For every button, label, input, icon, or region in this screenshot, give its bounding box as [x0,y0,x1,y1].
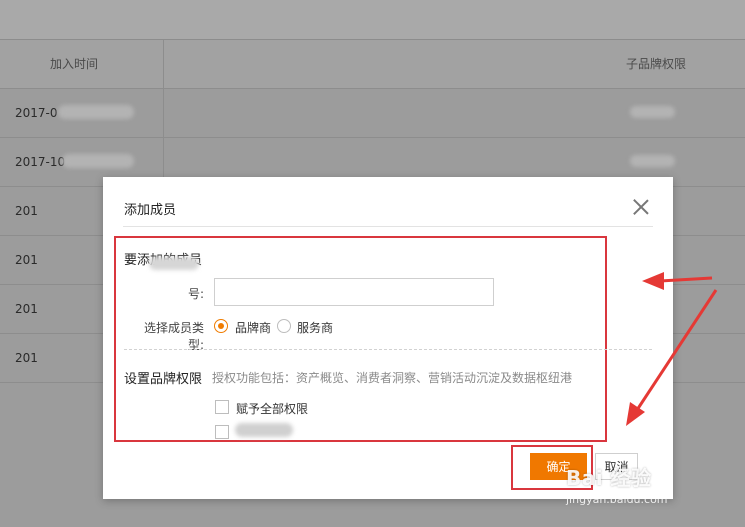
background-top-bar [0,0,745,40]
checkbox-label-grant-all: 赋予全部权限 [236,402,309,416]
redacted-area [630,106,675,118]
dialog-divider [123,226,653,227]
permission-hint: 授权功能包括：资产概览、消费者洞察、营销活动沉淀及数据枢纽港 [212,371,573,385]
column-header-join-time: 加入时间 [50,57,99,71]
row-join-time: 201 [15,253,38,267]
checkbox-grant-all[interactable] [215,400,229,414]
redacted-label [149,257,199,270]
row-join-time: 201 [15,204,38,218]
row-join-time: 2017-0 [15,106,58,120]
redacted-label [235,423,293,437]
column-header-sub-brand-permission: 子品牌权限 [626,57,687,71]
account-label: 号: [187,287,204,301]
section-divider [124,349,652,350]
row-join-time: 2017-10 [15,155,66,169]
add-member-dialog: 添加成员 要添加的成员 号: 选择成员类型: 品牌商 服务商 设置品牌权限 授权… [103,177,673,499]
baidu-jingyan-watermark: Bai 经验 jingyan.baidu.com [566,462,668,506]
section-title-permission: 设置品牌权限 [124,372,203,387]
radio-label-brand-owner: 品牌商 [235,321,272,335]
row-join-time: 201 [15,302,38,316]
radio-brand-owner[interactable] [214,319,228,333]
member-account-input[interactable] [214,278,494,306]
radio-label-service-provider: 服务商 [297,321,334,335]
dialog-title: 添加成员 [124,203,177,218]
table-header: 加入时间 子品牌权限 [0,40,745,89]
redacted-area [630,155,675,167]
radio-service-provider[interactable] [277,319,291,333]
watermark-url: jingyan.baidu.com [566,493,668,506]
row-join-time: 201 [15,351,38,365]
member-type-label: 选择成员类型: [143,321,204,352]
checkbox-sub-brand[interactable] [215,425,229,439]
redacted-area [58,105,134,119]
watermark-logo: Bai 经验 [566,466,652,490]
table-row: 2017-0 [0,89,745,138]
close-icon[interactable] [630,196,652,218]
redacted-area [62,154,134,168]
